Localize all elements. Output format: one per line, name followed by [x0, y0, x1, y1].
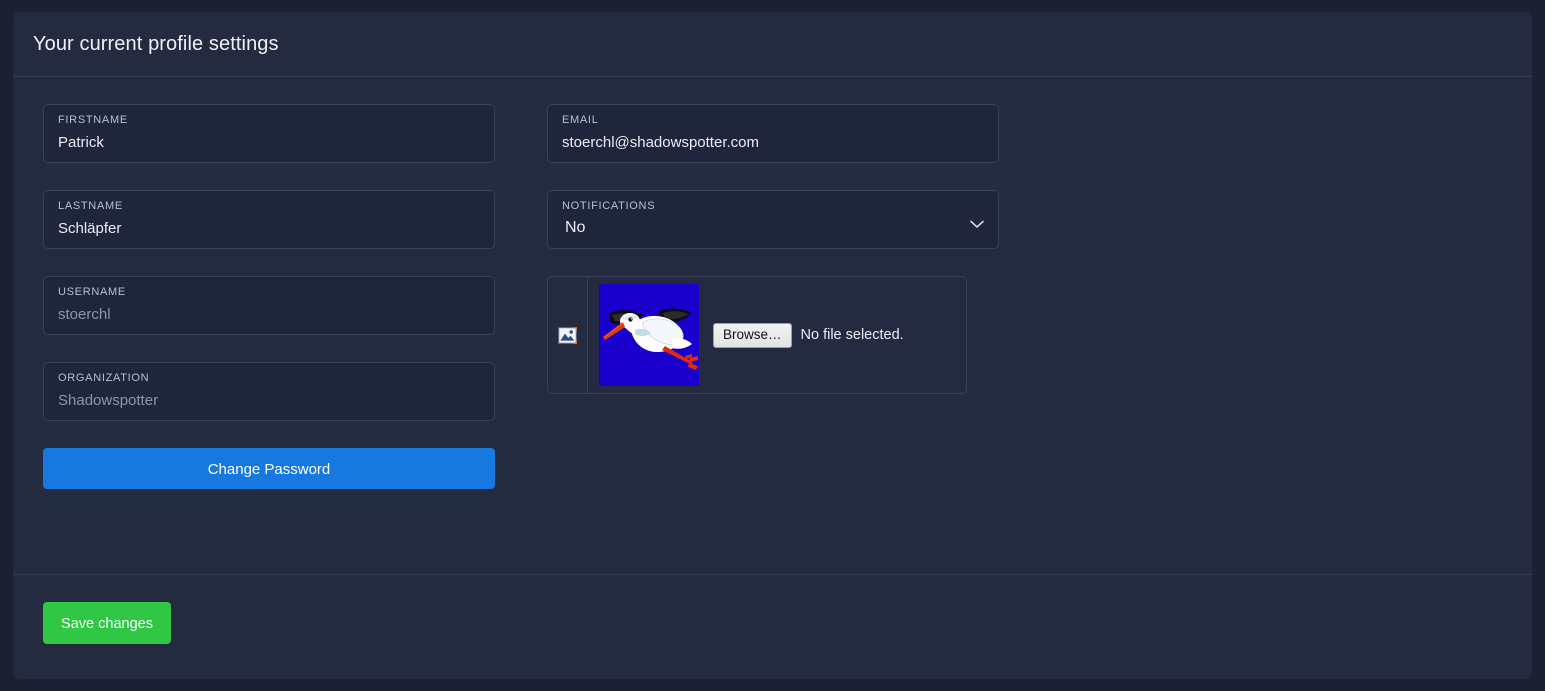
- lastname-field[interactable]: LASTNAME Schläpfer: [43, 190, 495, 249]
- firstname-label: FIRSTNAME: [58, 114, 128, 126]
- broken-image-icon: [558, 326, 577, 344]
- avatar-upload-group: Browse… No file selected.: [547, 276, 967, 394]
- notifications-label: NOTIFICATIONS: [562, 200, 656, 212]
- form-column-left: FIRSTNAME Patrick LASTNAME Schläpfer USE…: [43, 104, 495, 489]
- change-password-button[interactable]: Change Password: [43, 448, 495, 489]
- notifications-value: No: [565, 219, 586, 236]
- username-field: USERNAME stoerchl: [43, 276, 495, 335]
- organization-input: Shadowspotter: [58, 392, 159, 409]
- organization-field: ORGANIZATION Shadowspotter: [43, 362, 495, 421]
- lastname-label: LASTNAME: [58, 200, 123, 212]
- firstname-field[interactable]: FIRSTNAME Patrick: [43, 104, 495, 163]
- upload-main: Browse… No file selected.: [588, 277, 966, 393]
- firstname-input[interactable]: Patrick: [58, 133, 480, 152]
- browse-button[interactable]: Browse…: [713, 322, 792, 348]
- form-column-right: EMAIL stoerchl@shadowspotter.com NOTIFIC…: [547, 104, 999, 489]
- username-label: USERNAME: [58, 286, 126, 298]
- username-input: stoerchl: [58, 306, 111, 323]
- card-body: FIRSTNAME Patrick LASTNAME Schläpfer USE…: [13, 77, 1532, 574]
- email-label: EMAIL: [562, 114, 599, 126]
- profile-form: FIRSTNAME Patrick LASTNAME Schläpfer USE…: [43, 104, 1502, 489]
- email-field[interactable]: EMAIL stoerchl@shadowspotter.com: [547, 104, 999, 163]
- notifications-select[interactable]: NOTIFICATIONS No: [547, 190, 999, 249]
- profile-settings-card: Your current profile settings FIRSTNAME …: [13, 12, 1532, 679]
- card-header: Your current profile settings: [13, 12, 1532, 77]
- lastname-input[interactable]: Schläpfer: [58, 219, 480, 238]
- page-title: Your current profile settings: [33, 32, 279, 55]
- avatar: [599, 284, 699, 386]
- email-input[interactable]: stoerchl@shadowspotter.com: [562, 133, 984, 152]
- file-status-text: No file selected.: [800, 327, 904, 343]
- card-footer: Save changes: [13, 574, 1532, 679]
- organization-label: ORGANIZATION: [58, 372, 150, 384]
- save-changes-button[interactable]: Save changes: [43, 602, 171, 644]
- upload-addon: [548, 277, 588, 393]
- avatar-file-input[interactable]: Browse… No file selected.: [713, 322, 904, 348]
